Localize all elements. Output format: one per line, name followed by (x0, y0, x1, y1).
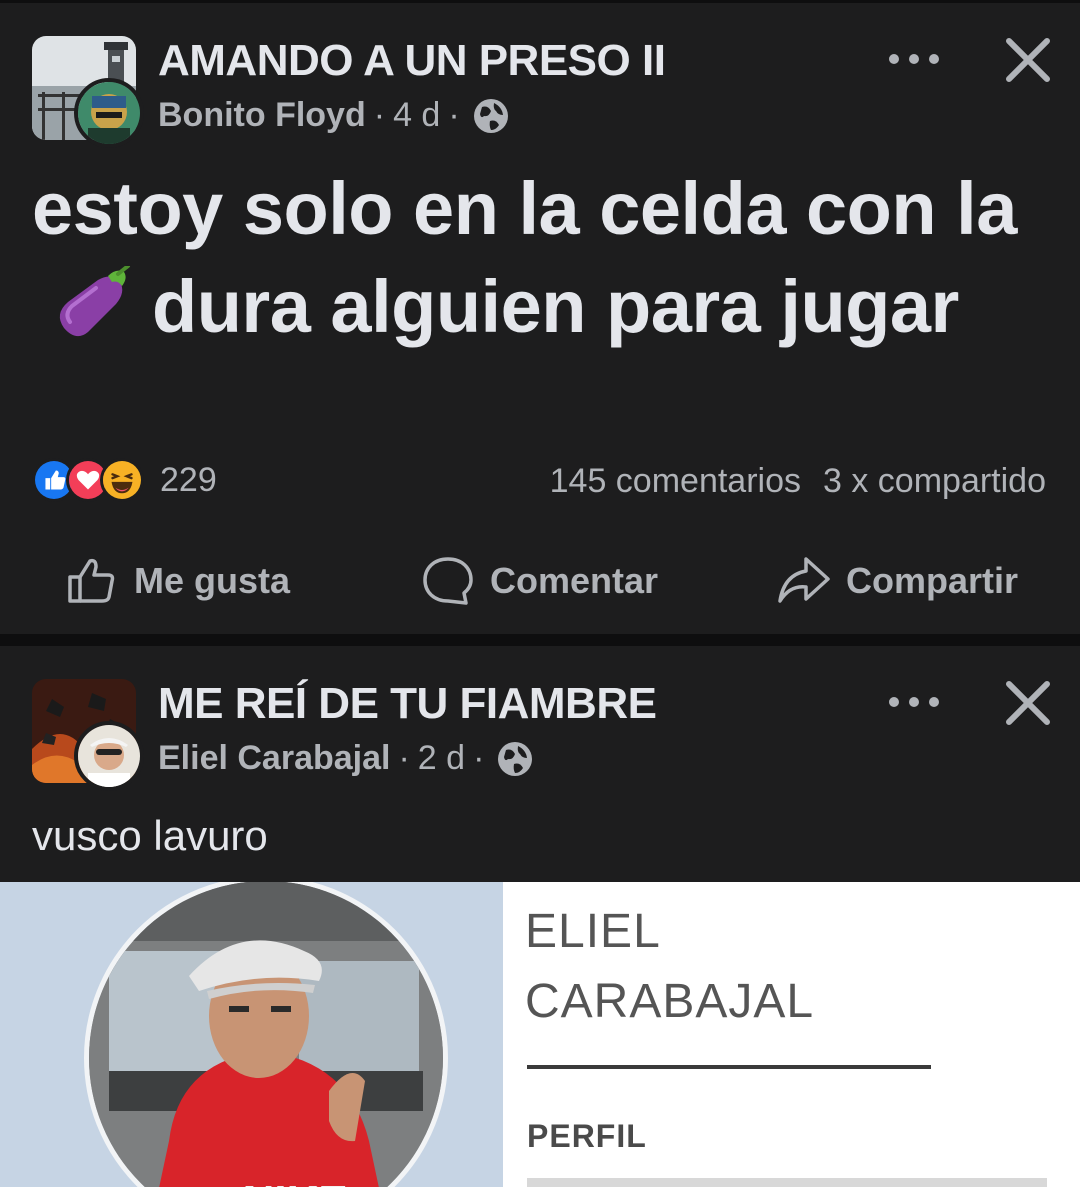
comment-count[interactable]: 145 comentarios (550, 462, 801, 500)
post-avatar[interactable] (32, 679, 144, 791)
close-icon[interactable] (1001, 676, 1055, 730)
profile-name-line: CARABAJAL (525, 975, 815, 1028)
post-caption: vusco lavuro (32, 812, 268, 859)
more-options-icon[interactable] (884, 39, 944, 79)
comment-label: Comentar (490, 560, 659, 601)
share-arrow-icon (778, 557, 830, 603)
globe-icon (498, 741, 533, 776)
profile-section-label: PERFIL (527, 1118, 647, 1154)
group-name[interactable]: ME REÍ DE TU FIAMBRE (158, 679, 657, 729)
globe-icon (473, 98, 508, 133)
meta-separator: · (448, 96, 460, 134)
post-text-part: estoy solo en la celda con la (32, 167, 1017, 250)
author-name[interactable]: Eliel Carabajal (158, 739, 390, 778)
user-avatar[interactable] (74, 78, 144, 148)
meta-separator: · (398, 739, 410, 777)
post-card: ME REÍ DE TU FIAMBRE Eliel Carabajal · 2… (0, 646, 1080, 1187)
profile-photo: NIKE (84, 882, 448, 1187)
group-name[interactable]: AMANDO A UN PRESO II (158, 36, 666, 86)
share-label: Compartir (846, 560, 1019, 601)
faded-text-line (527, 1178, 1047, 1187)
post-avatar[interactable] (32, 36, 144, 148)
haha-reaction-icon (100, 458, 144, 502)
post-meta: Bonito Floyd · 4 d · (158, 96, 510, 135)
shirt-text: NIKE (239, 1177, 346, 1187)
profile-photo-panel: NIKE (0, 882, 503, 1187)
like-button[interactable]: Me gusta (64, 551, 290, 611)
post-time[interactable]: 2 d (418, 739, 465, 778)
share-button[interactable]: Compartir (776, 551, 1018, 611)
divider (527, 1065, 931, 1069)
user-avatar[interactable] (74, 721, 144, 791)
close-icon[interactable] (1001, 33, 1055, 87)
author-name[interactable]: Bonito Floyd (158, 96, 366, 135)
more-options-icon[interactable] (884, 682, 944, 722)
post-time[interactable]: 4 d (393, 96, 440, 135)
meta-separator: · (373, 96, 386, 134)
comment-button[interactable]: Comentar (420, 551, 658, 611)
post-stats: 145 comentarios 3 x compartido (550, 462, 1046, 501)
share-count[interactable]: 3 x compartido (823, 462, 1046, 500)
shared-image[interactable]: NIKE ELIEL CARABAJAL PERFIL (0, 882, 1080, 1187)
reaction-count[interactable]: 229 (160, 461, 217, 500)
post-meta: Eliel Carabajal · 2 d · (158, 739, 534, 778)
post-text-part: dura alguien para jugar (152, 265, 959, 348)
reactions-summary[interactable]: 229 (32, 458, 217, 502)
meta-separator: · (473, 739, 485, 777)
post-text: estoy solo en la celda con la dura algui… (32, 160, 1052, 356)
like-label: Me gusta (134, 560, 291, 601)
comment-icon (423, 557, 473, 605)
profile-name-line: ELIEL (525, 905, 661, 958)
thumbs-up-icon (68, 558, 115, 603)
eggplant-emoji (59, 266, 130, 337)
profile-info-panel: ELIEL CARABAJAL PERFIL (503, 882, 1080, 1187)
profile-name: ELIEL CARABAJAL (525, 904, 814, 1030)
post-card: AMANDO A UN PRESO II Bonito Floyd · 4 d … (0, 3, 1080, 634)
